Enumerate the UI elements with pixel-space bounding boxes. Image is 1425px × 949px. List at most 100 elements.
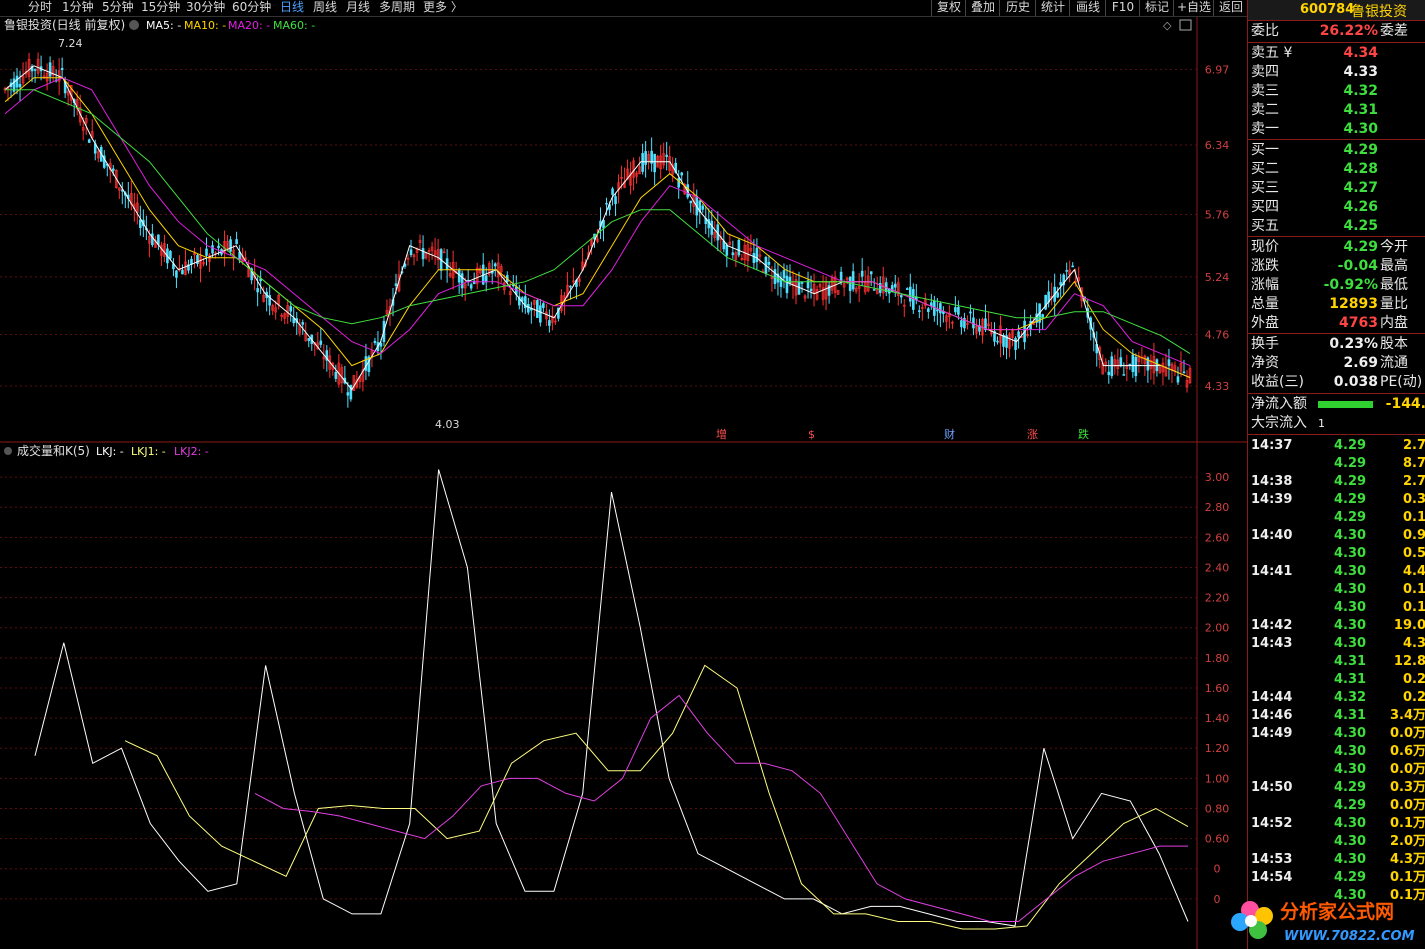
marker-finance[interactable]: 财 xyxy=(944,427,955,441)
tick-volume: 12.8 xyxy=(1393,654,1425,669)
tab-weekly[interactable]: 周线 xyxy=(313,0,337,16)
tick-row: 4.30 0.0万 xyxy=(1248,761,1425,779)
stock-code: 600784 xyxy=(1300,2,1355,17)
chevron-down-icon[interactable] xyxy=(129,20,139,30)
candle-body xyxy=(996,340,999,343)
level-price: 4.34 xyxy=(1343,45,1378,61)
indicator-tick-label: 1.80 xyxy=(1205,652,1230,665)
tab-monthly[interactable]: 月线 xyxy=(346,0,370,16)
candle-body xyxy=(151,233,154,246)
order-book-row[interactable]: 买三 4.27 xyxy=(1248,179,1425,198)
tick-row: 4.30 0.1 xyxy=(1248,599,1425,617)
order-book-row[interactable]: 卖四 4.33 xyxy=(1248,63,1425,82)
candle-body xyxy=(1110,356,1114,377)
tick-row: 4.30 0.6万 xyxy=(1248,743,1425,761)
button-history[interactable]: 历史 xyxy=(999,0,1036,16)
order-book-row[interactable]: 卖三 4.32 xyxy=(1248,82,1425,101)
tick-time: 14:52 xyxy=(1251,816,1293,831)
button-mark[interactable]: 标记 xyxy=(1139,0,1174,16)
tick-row: 4.29 8.7 xyxy=(1248,455,1425,473)
marker-rise[interactable]: 涨 xyxy=(1027,428,1038,441)
button-draw[interactable]: 画线 xyxy=(1069,0,1106,16)
marker-dividend[interactable]: $ xyxy=(808,428,815,441)
candle-body xyxy=(752,253,756,263)
tick-volume: 3.4万 xyxy=(1389,708,1425,723)
tick-volume: 2.0万 xyxy=(1389,834,1425,849)
tick-volume: 0.0万 xyxy=(1389,798,1425,813)
tick-price: 4.29 xyxy=(1334,780,1367,795)
candle-body xyxy=(677,178,681,188)
quote-row: 外盘 4763 内盘 xyxy=(1248,314,1425,333)
level-label: 买一 xyxy=(1251,142,1279,158)
stock-name: 鲁银投资 xyxy=(1351,4,1407,20)
tick-price: 4.30 xyxy=(1334,528,1367,543)
tab-multi-period[interactable]: 多周期 xyxy=(379,0,415,16)
button-f10[interactable]: F10 xyxy=(1105,0,1140,16)
tick-row: 4.30 0.1 xyxy=(1248,581,1425,599)
indicator-tick-label: 2.80 xyxy=(1205,501,1230,514)
tab-daily[interactable]: 日线 xyxy=(280,0,304,16)
level-label: 卖四 xyxy=(1251,64,1279,80)
tick-volume: 4.3万 xyxy=(1389,852,1425,867)
candle-body xyxy=(1128,363,1132,366)
candle-body xyxy=(307,337,311,341)
netflow-value: -144. xyxy=(1385,396,1425,412)
ma20-label: MA20: - xyxy=(228,19,270,32)
button-back[interactable]: 返回 xyxy=(1213,0,1248,16)
button-stats[interactable]: 统计 xyxy=(1035,0,1070,16)
candle-body xyxy=(235,239,238,245)
candle-body xyxy=(33,69,37,71)
candle-body xyxy=(346,392,350,396)
quote-label-secondary: 量比 xyxy=(1380,296,1408,312)
candle-body xyxy=(860,270,864,277)
order-book-row[interactable]: 买二 4.28 xyxy=(1248,160,1425,179)
marker-fall[interactable]: 跌 xyxy=(1078,427,1089,441)
ratio-diff-label: 委差 xyxy=(1380,23,1408,39)
quote-row: 涨跌 -0.04 最高 xyxy=(1248,257,1425,276)
diamond-icon[interactable]: ◇ xyxy=(1163,19,1172,32)
order-book-row[interactable]: 卖五 ¥ 4.34 xyxy=(1248,44,1425,63)
chevron-down-icon[interactable] xyxy=(4,447,12,455)
order-book-row[interactable]: 卖二 4.31 xyxy=(1248,101,1425,120)
tab-15min[interactable]: 15分钟 xyxy=(141,0,180,16)
tick-price: 4.30 xyxy=(1334,618,1367,633)
tab-more[interactable]: 更多 〉 xyxy=(423,0,463,16)
price-tick-label: 4.33 xyxy=(1205,380,1230,393)
tick-volume: 0.6万 xyxy=(1389,744,1425,759)
tab-1min[interactable]: 1分钟 xyxy=(62,0,94,16)
candle-body xyxy=(785,275,789,294)
candle-body xyxy=(969,311,972,314)
tick-price: 4.29 xyxy=(1334,870,1367,885)
block-value: 1 xyxy=(1318,417,1325,430)
candle-body xyxy=(211,245,214,254)
tab-minute[interactable]: 分时 xyxy=(28,0,52,16)
tick-price: 4.30 xyxy=(1334,834,1367,849)
price-tick-label: 5.24 xyxy=(1205,271,1230,284)
button-overlay[interactable]: 叠加 xyxy=(965,0,1000,16)
candle-body xyxy=(157,234,160,245)
button-fuquan[interactable]: 复权 xyxy=(931,0,966,16)
quote-row: 现价 4.29 今开 xyxy=(1248,238,1425,257)
tick-price: 4.31 xyxy=(1334,654,1367,669)
high-price-label: 7.24 xyxy=(58,37,83,50)
tab-60min[interactable]: 60分钟 xyxy=(232,0,271,16)
tick-time: 14:50 xyxy=(1251,780,1293,795)
tab-5min[interactable]: 5分钟 xyxy=(102,0,134,16)
indicator-tick-label: 1.40 xyxy=(1205,712,1230,725)
order-book-row[interactable]: 卖一 4.30 xyxy=(1248,120,1425,139)
tick-volume: 0.0万 xyxy=(1389,762,1425,777)
order-book-row[interactable]: 买五 4.25 xyxy=(1248,217,1425,236)
tab-30min[interactable]: 30分钟 xyxy=(186,0,225,16)
quote-value: 4.29 xyxy=(1343,239,1378,255)
order-book-row[interactable]: 买四 4.26 xyxy=(1248,198,1425,217)
watermark-logo: 分析家公式网 WWW.70822.COM xyxy=(1231,900,1415,944)
tick-volume: 2.7 xyxy=(1402,474,1425,489)
chart-area[interactable]: 6.97 6.34 5.76 5.24 4.76 4.33 3.00 2.80 2.60 2.4… xyxy=(0,17,1247,949)
order-book-row[interactable]: 买一 4.29 xyxy=(1248,141,1425,160)
candle-body xyxy=(918,310,921,312)
button-add-favorite[interactable]: +自选 xyxy=(1173,0,1214,16)
marker-increase[interactable]: 增 xyxy=(716,427,727,441)
tick-price: 4.29 xyxy=(1334,456,1367,471)
tick-row: 14:46 4.31 3.4万 xyxy=(1248,707,1425,725)
tick-volume: 0.2 xyxy=(1402,672,1425,687)
